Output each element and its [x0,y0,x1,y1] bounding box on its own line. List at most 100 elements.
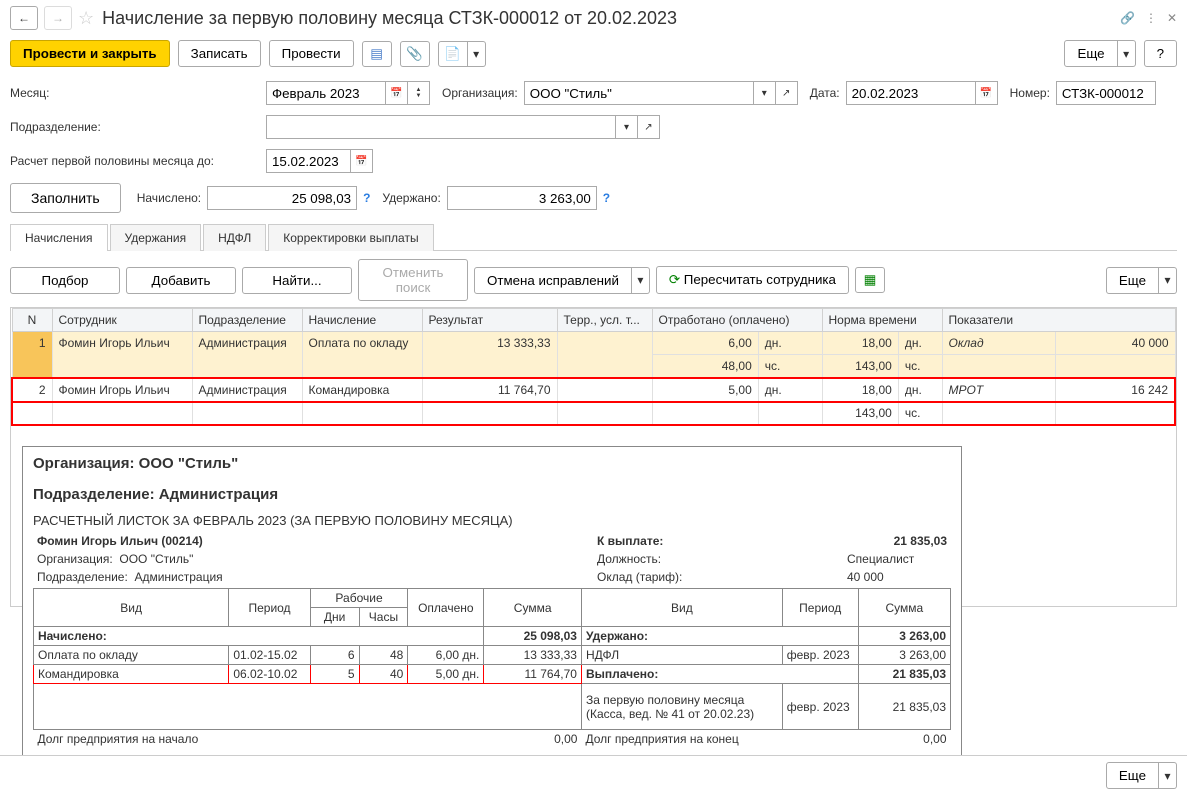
number-input[interactable] [1056,81,1156,105]
line2-period: 06.02-10.02 [229,665,310,684]
recalc-button[interactable]: ⟳ Пересчитать сотрудника [656,266,849,294]
debt-end-val: 0,00 [858,730,950,749]
dept-dropdown-icon[interactable]: ▾ [616,115,638,139]
line2-d: 5 [310,665,359,684]
template-dropdown[interactable]: ▾ [468,41,486,67]
date-calendar-icon[interactable]: 📅 [976,81,998,105]
grid-more-button[interactable]: Еще [1106,267,1159,294]
find-button[interactable]: Найти... [242,267,352,294]
col-dept[interactable]: Подразделение [192,309,302,332]
star-icon[interactable]: ☆ [78,8,94,29]
col-result[interactable]: Результат [422,309,557,332]
col-ind[interactable]: Показатели [942,309,1175,332]
footer-more-button[interactable]: Еще [1106,762,1159,789]
ndfl-period: февр. 2023 [782,646,858,665]
h-period2: Период [782,589,858,627]
org-input[interactable] [524,81,754,105]
add-button[interactable]: Добавить [126,267,236,294]
cell-norm-hu: чс. [898,402,942,426]
org-dropdown-icon[interactable]: ▾ [754,81,776,105]
paid-line-name: За первую половину месяца (Касса, вед. №… [581,684,782,730]
col-emp[interactable]: Сотрудник [52,309,192,332]
month-input[interactable] [266,81,386,105]
cell-norm-du: дн. [898,332,942,355]
cell-dept: Администрация [192,332,302,379]
submit-button[interactable]: Провести [269,40,354,67]
template-icon-button[interactable]: 📄 [438,41,468,67]
payslip-left-dept-label: Подразделение: [37,570,128,584]
line1-h: 48 [359,646,408,665]
grid-settings-button[interactable]: ▦ [855,267,885,293]
link-icon[interactable]: 🔗 [1120,11,1135,25]
payslip-topay-value: 21 835,03 [894,534,947,548]
col-terr[interactable]: Терр., усл. т... [557,309,652,332]
toolbar-more-dropdown[interactable]: ▾ [1118,40,1136,67]
cell-terr [557,378,652,425]
grid-more-dropdown[interactable]: ▾ [1159,267,1177,294]
org-open-icon[interactable]: ↗ [776,81,798,105]
tab-withholdings[interactable]: Удержания [110,224,202,251]
cell-ind: МРОТ [942,378,1056,402]
payslip-title: РАСЧЕТНЫЙ ЛИСТОК ЗА ФЕВРАЛЬ 2023 (ЗА ПЕР… [33,513,951,528]
footer-more-dropdown[interactable]: ▾ [1159,762,1177,789]
tab-corrections[interactable]: Корректировки выплаты [268,224,433,251]
cell-worked-du: дн. [758,332,822,355]
cell-accr: Оплата по окладу [302,332,422,379]
line1-d: 6 [310,646,359,665]
report-icon-button[interactable]: ▤ [362,41,392,67]
close-icon[interactable]: ✕ [1167,11,1177,25]
ndfl-sum: 3 263,00 [858,646,950,665]
dept-open-icon[interactable]: ↗ [638,115,660,139]
col-accr[interactable]: Начисление [302,309,422,332]
accrued-label: Начислено: [38,629,107,643]
nav-forward-button[interactable]: → [44,6,72,30]
calc-label: Расчет первой половины месяца до: [10,154,260,168]
cell-ind: Оклад [942,332,1056,355]
cell-emp: Фомин Игорь Ильич [52,378,192,425]
submit-close-button[interactable]: Провести и закрыть [10,40,170,67]
calc-input[interactable] [266,149,351,173]
debt-end: Долг предприятия на конец [581,730,858,749]
attach-icon-button[interactable]: 📎 [400,41,430,67]
cell-empty [1056,402,1175,426]
calc-calendar-icon[interactable]: 📅 [351,149,373,173]
help-button[interactable]: ? [1144,40,1177,67]
month-calendar-icon[interactable]: 📅 [386,81,408,105]
cell-worked-h [652,402,758,426]
tab-accruals[interactable]: Начисления [10,224,108,251]
table-row[interactable]: 2 Фомин Игорь Ильич Администрация Команд… [12,378,1175,402]
col-norm[interactable]: Норма времени [822,309,942,332]
table-row[interactable]: 1 Фомин Игорь Ильич Администрация Оплата… [12,332,1175,355]
write-button[interactable]: Записать [178,40,261,67]
date-input[interactable] [846,81,976,105]
select-button[interactable]: Подбор [10,267,120,294]
tab-ndfl[interactable]: НДФЛ [203,224,266,251]
kebab-icon[interactable]: ⋮ [1145,11,1157,25]
toolbar-more-button[interactable]: Еще [1064,40,1117,67]
line2-sum: 11 764,70 [484,665,582,684]
cell-empty [942,402,1056,426]
paid-line-sum: 21 835,03 [858,684,950,730]
accrued-input[interactable] [207,186,357,210]
cancel-search-button[interactable]: Отменить поиск [358,259,468,301]
paid-line-period: февр. 2023 [782,684,858,730]
cancel-fix-button[interactable]: Отмена исправлений [474,267,632,294]
accrued-help-icon[interactable]: ? [363,191,370,205]
refresh-icon: ⟳ [669,272,680,287]
org-label: Организация: [442,86,518,100]
payslip-pos-value: Специалист [847,552,914,566]
dept-input[interactable] [266,115,616,139]
cell-worked-h: 48,00 [652,355,758,379]
fill-button[interactable]: Заполнить [10,183,121,213]
col-worked[interactable]: Отработано (оплачено) [652,309,822,332]
template-icon: 📄 [444,46,461,62]
accrued-total: 25 098,03 [524,629,577,643]
cancel-fix-dropdown[interactable]: ▾ [632,267,650,294]
nav-back-button[interactable]: ← [10,6,38,30]
accruals-table[interactable]: N Сотрудник Подразделение Начисление Рез… [11,308,1176,426]
withheld-input[interactable] [447,186,597,210]
col-n[interactable]: N [12,309,52,332]
withheld-help-icon[interactable]: ? [603,191,610,205]
month-stepper[interactable]: ▲▼ [408,81,430,105]
cell-emp: Фомин Игорь Ильич [52,332,192,379]
